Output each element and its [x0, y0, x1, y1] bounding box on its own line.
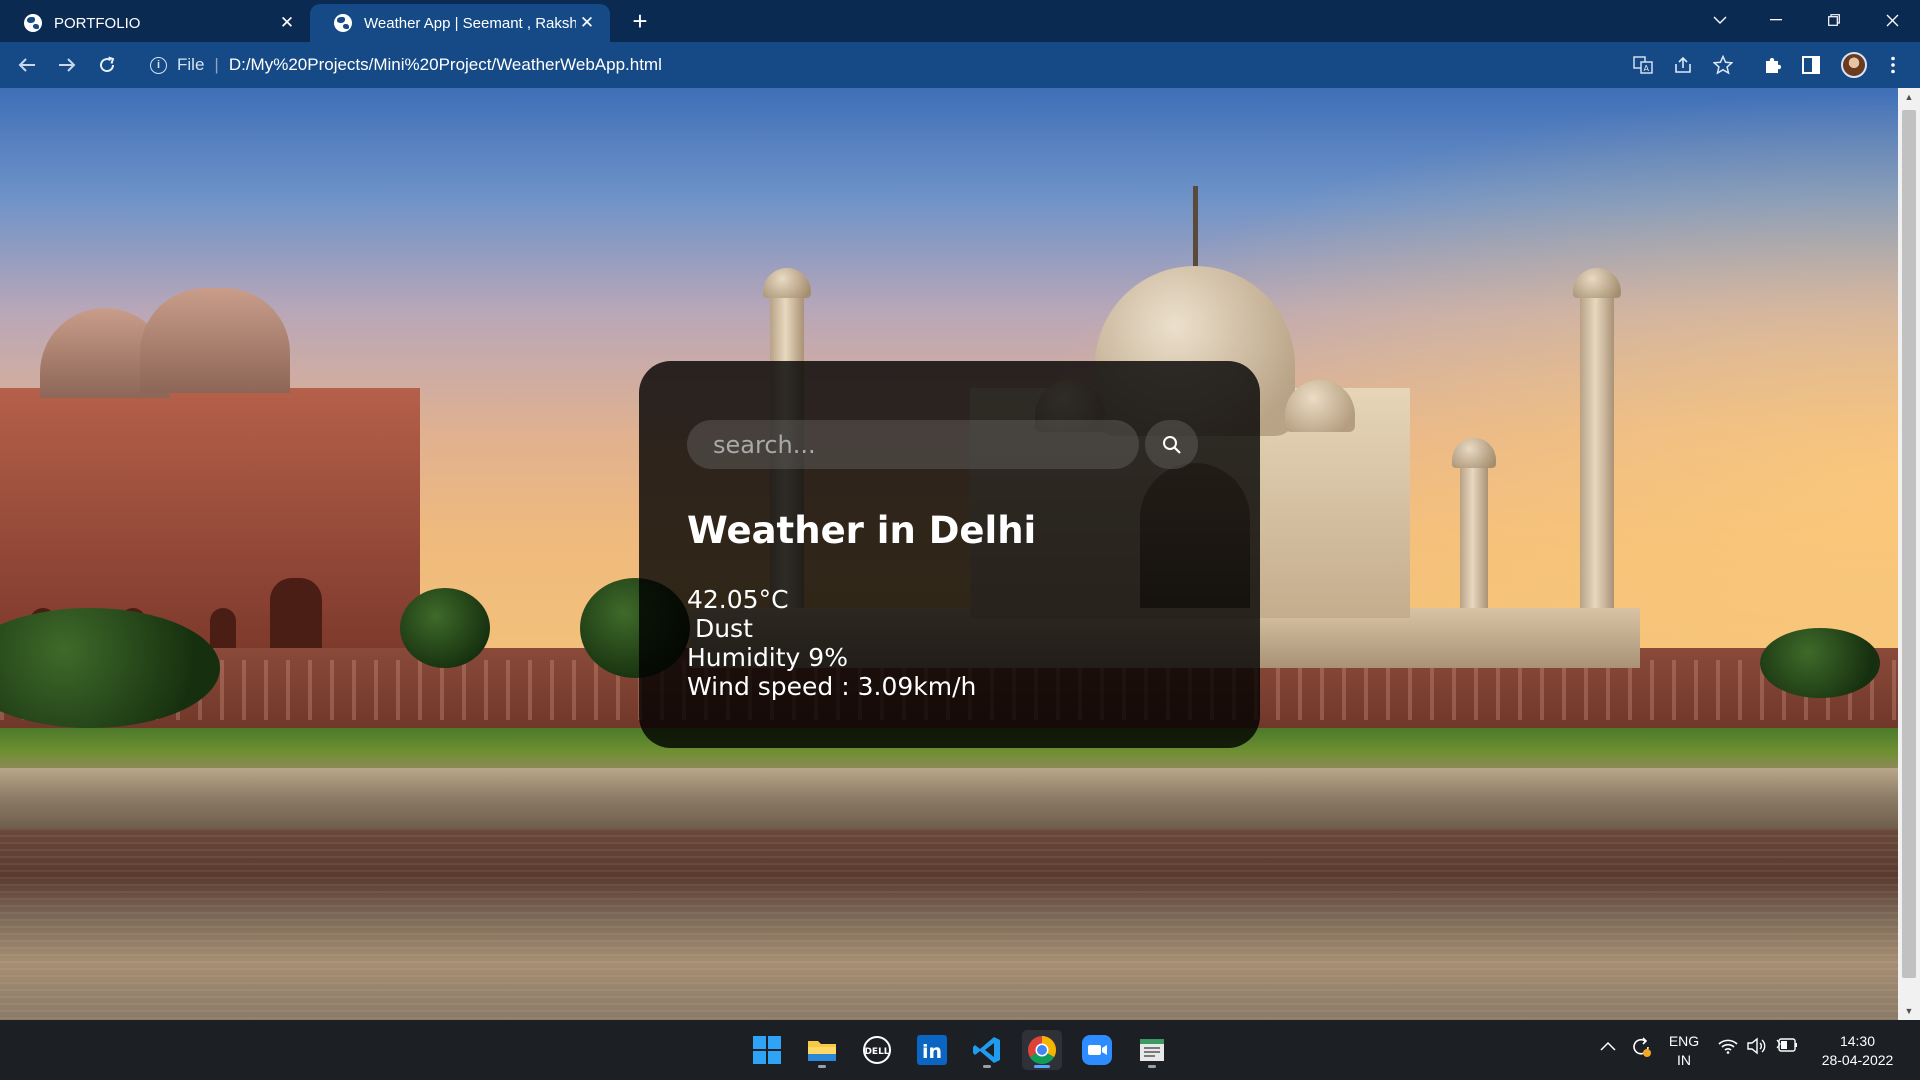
address-separator: |: [214, 55, 219, 74]
svg-text:in: in: [922, 1041, 942, 1063]
clock-time: 14:30: [1839, 1033, 1876, 1049]
clock-date: 28-04-2022: [1821, 1052, 1894, 1068]
info-icon[interactable]: i: [150, 56, 167, 74]
globe-icon: [334, 14, 352, 32]
tab-title: PORTFOLIO: [54, 14, 141, 32]
linkedin-icon[interactable]: in: [912, 1030, 952, 1070]
zoom-icon[interactable]: [1077, 1030, 1117, 1070]
taskbar: DELL in ENG IN 14:30 28-04-2022: [0, 1020, 1920, 1080]
clock[interactable]: 14:30 28-04-2022: [1815, 1032, 1900, 1070]
notepad-icon[interactable]: [1132, 1030, 1172, 1070]
tree: [1760, 628, 1880, 698]
wifi-icon[interactable]: [1718, 1038, 1738, 1059]
taj-finial: [1193, 186, 1198, 270]
minaret: [1580, 288, 1614, 628]
back-arrow-icon[interactable]: [12, 50, 42, 80]
share-icon[interactable]: [1672, 54, 1694, 76]
close-icon[interactable]: ✕: [276, 12, 298, 34]
scheme-label: File: [177, 55, 205, 74]
sidebar-icon[interactable]: [1800, 54, 1822, 76]
reload-icon[interactable]: [92, 50, 122, 80]
svg-text:DELL: DELL: [864, 1047, 889, 1057]
region-code: IN: [1677, 1052, 1691, 1068]
mosque-dome: [140, 288, 290, 393]
sync-icon[interactable]: [1630, 1036, 1652, 1063]
search-row: [687, 420, 1198, 469]
temperature: 42.05°C: [687, 585, 789, 614]
puzzle-icon[interactable]: [1762, 54, 1784, 76]
kebab-menu-icon[interactable]: [1882, 54, 1904, 76]
wind-speed: Wind speed : 3.09km/h: [687, 672, 977, 701]
dell-icon[interactable]: DELL: [857, 1030, 897, 1070]
avatar[interactable]: [1841, 52, 1867, 78]
weather-description: Dust: [687, 614, 753, 643]
water-ripples: [0, 828, 1898, 1020]
chevron-down-icon[interactable]: [1692, 0, 1748, 40]
close-icon[interactable]: ✕: [576, 12, 598, 34]
restore-icon[interactable]: [1806, 0, 1862, 40]
scroll-thumb[interactable]: [1902, 110, 1916, 978]
language-code: ENG: [1668, 1033, 1700, 1049]
translate-icon[interactable]: A: [1632, 54, 1654, 76]
window-close-icon[interactable]: [1864, 0, 1920, 40]
tab-weather-app[interactable]: Weather App | Seemant , Rakshan ✕: [310, 4, 610, 42]
tab-strip: PORTFOLIO ✕ Weather App | Seemant , Raks…: [0, 0, 1920, 42]
search-input[interactable]: [687, 420, 1139, 469]
plus-icon[interactable]: +: [625, 6, 655, 36]
river-bank: [0, 768, 1898, 828]
vscode-icon[interactable]: [967, 1030, 1007, 1070]
humidity: Humidity 9%: [687, 643, 848, 672]
tree: [400, 588, 490, 668]
scroll-down-arrow-icon[interactable]: ▼: [1898, 1002, 1920, 1020]
vertical-scrollbar[interactable]: ▲ ▼: [1898, 88, 1920, 1020]
volume-icon[interactable]: [1746, 1037, 1766, 1060]
tab-portfolio[interactable]: PORTFOLIO ✕: [0, 4, 310, 42]
tab-title: Weather App | Seemant , Rakshan: [364, 14, 576, 32]
search-button[interactable]: [1145, 420, 1198, 469]
language-indicator[interactable]: ENG IN: [1665, 1032, 1703, 1070]
scroll-up-arrow-icon[interactable]: ▲: [1898, 88, 1920, 106]
minimize-icon[interactable]: [1748, 0, 1804, 40]
url-text[interactable]: D:/My%20Projects/Mini%20Project/WeatherW…: [229, 55, 662, 75]
weather-card: Weather in Delhi 42.05°C Dust Humidity 9…: [639, 361, 1260, 748]
forward-arrow-icon[interactable]: [52, 50, 82, 80]
star-icon[interactable]: [1712, 54, 1734, 76]
chrome-icon[interactable]: [1022, 1030, 1062, 1070]
search-icon: [1162, 435, 1181, 454]
globe-icon: [24, 14, 42, 32]
browser-toolbar: i File | D:/My%20Projects/Mini%20Project…: [0, 42, 1920, 88]
minaret: [1460, 458, 1488, 628]
chevron-up-icon[interactable]: [1600, 1038, 1616, 1056]
city-title: Weather in Delhi: [687, 509, 1037, 552]
windows-start-icon[interactable]: [747, 1030, 787, 1070]
svg-text:A: A: [1644, 64, 1650, 73]
file-explorer-icon[interactable]: [802, 1030, 842, 1070]
battery-icon[interactable]: [1776, 1038, 1798, 1057]
address-bar[interactable]: i File | D:/My%20Projects/Mini%20Project…: [138, 48, 1428, 82]
